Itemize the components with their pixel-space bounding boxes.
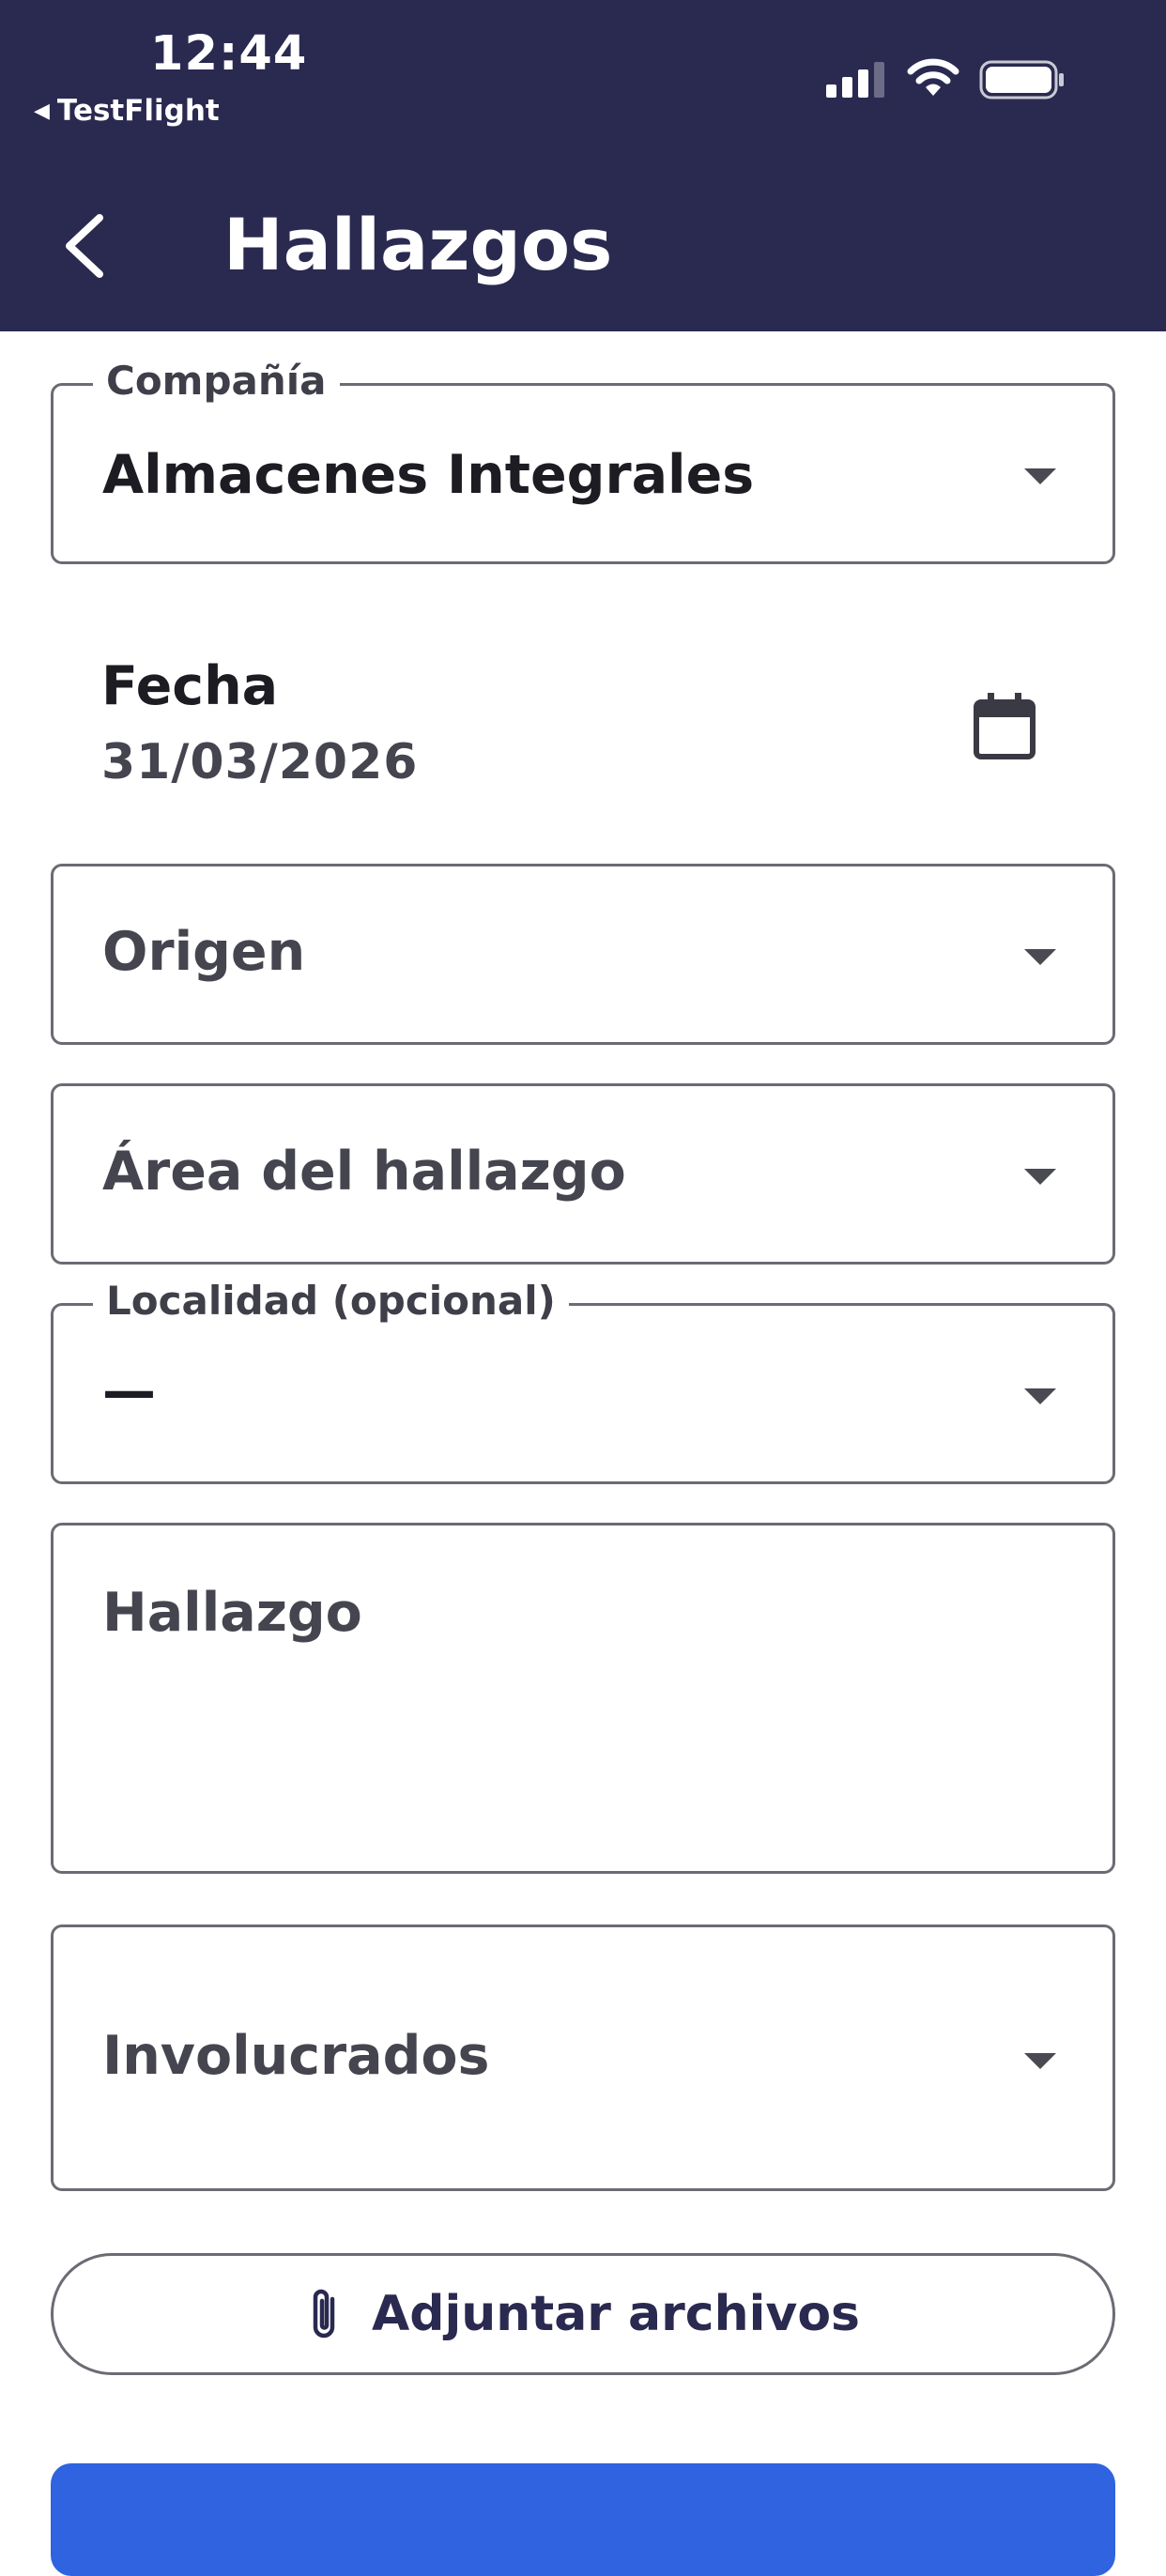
date-label: Fecha bbox=[101, 655, 279, 717]
app-header: 12:44 ◀ TestFlight Hallazgos bbox=[0, 0, 1166, 331]
area-select[interactable]: Área del hallazgo bbox=[51, 1083, 1115, 1265]
finding-textarea[interactable]: Hallazgo bbox=[51, 1523, 1115, 1874]
page-title: Hallazgos bbox=[223, 203, 613, 286]
company-value: Almacenes Integrales bbox=[102, 444, 755, 506]
chevron-down-icon bbox=[1024, 468, 1056, 484]
company-select[interactable]: Compañía Almacenes Integrales bbox=[51, 358, 1115, 564]
status-back-to-app[interactable]: ◀ TestFlight bbox=[34, 94, 220, 128]
cellular-signal-icon bbox=[826, 62, 884, 98]
company-label: Compañía bbox=[93, 358, 340, 404]
chevron-down-icon bbox=[1024, 1388, 1056, 1404]
calendar-icon[interactable] bbox=[967, 689, 1042, 764]
wifi-icon bbox=[907, 58, 959, 96]
back-triangle-icon: ◀ bbox=[34, 100, 50, 123]
submit-button[interactable] bbox=[51, 2463, 1115, 2576]
status-time: 12:44 bbox=[150, 26, 308, 82]
battery-icon bbox=[979, 60, 1064, 100]
paperclip-icon bbox=[313, 2289, 335, 2338]
attach-files-button[interactable]: Adjuntar archivos bbox=[51, 2253, 1115, 2375]
involved-placeholder: Involucrados bbox=[102, 2025, 490, 2087]
back-button[interactable] bbox=[56, 208, 122, 284]
origin-select[interactable]: Origen bbox=[51, 864, 1115, 1045]
area-placeholder: Área del hallazgo bbox=[102, 1141, 626, 1203]
locality-select[interactable]: Localidad (opcional) — bbox=[51, 1278, 1115, 1484]
locality-value: — bbox=[102, 1360, 156, 1422]
locality-label: Localidad (opcional) bbox=[93, 1278, 569, 1324]
chevron-down-icon bbox=[1024, 949, 1056, 965]
chevron-down-icon bbox=[1024, 2053, 1056, 2069]
finding-placeholder: Hallazgo bbox=[102, 1582, 362, 1644]
status-back-label: TestFlight bbox=[56, 94, 220, 128]
chevron-down-icon bbox=[1024, 1169, 1056, 1185]
date-value: 31/03/2026 bbox=[101, 734, 419, 790]
origin-placeholder: Origen bbox=[102, 921, 306, 983]
involved-select[interactable]: Involucrados bbox=[51, 1924, 1115, 2191]
attach-files-label: Adjuntar archivos bbox=[372, 2286, 860, 2342]
